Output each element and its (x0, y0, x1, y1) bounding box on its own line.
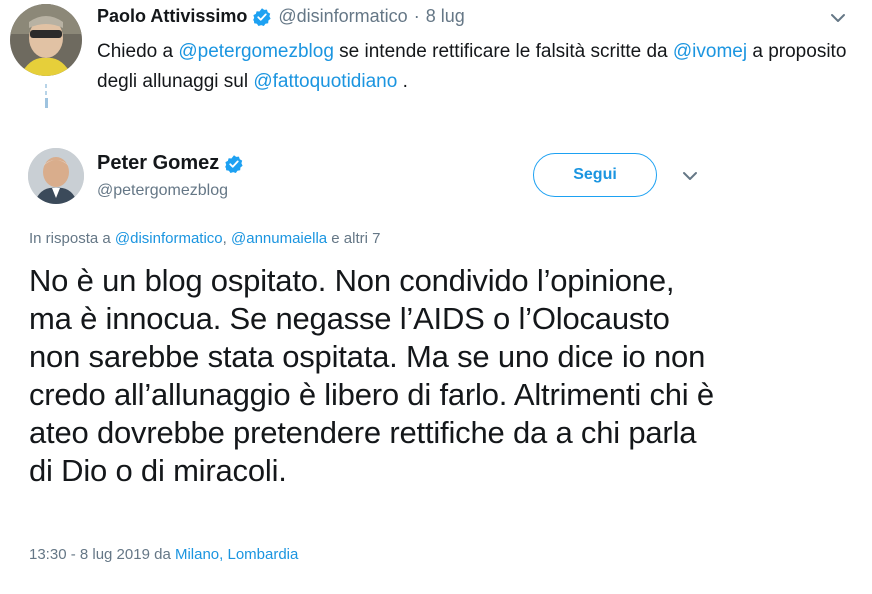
separator-dot: · (413, 6, 420, 26)
chevron-down-icon[interactable] (680, 168, 700, 184)
text-segment: Chiedo a (97, 41, 179, 62)
author-name[interactable]: Paolo Attivissimo (97, 6, 247, 27)
avatar-image (28, 148, 84, 204)
author-name[interactable]: Peter Gomez (97, 152, 219, 175)
avatar-peter-gomez[interactable] (28, 148, 84, 204)
reply-mention-disinformatico[interactable]: @disinformatico (115, 230, 223, 247)
tweet-text: No è un blog ospitato. Non condivido l’o… (29, 263, 714, 488)
mention-link-petergomezblog[interactable]: @petergomezblog (178, 41, 334, 62)
text-segment: . (397, 71, 408, 92)
mention-link-ivomej[interactable]: @ivomej (673, 41, 747, 62)
follow-button[interactable]: Segui (533, 153, 657, 197)
author-handle[interactable]: @petergomezblog (97, 182, 228, 200)
tweet-date[interactable]: 8 lug (426, 6, 465, 27)
reply-others[interactable]: e altri 7 (327, 230, 380, 247)
reply-prefix: In risposta a (29, 230, 115, 247)
thread-connector (43, 84, 49, 108)
tweet-location-link[interactable]: Milano, Lombardia (175, 546, 298, 563)
parent-tweet-text: Chiedo a @petergomezblog se intende rett… (97, 37, 857, 97)
tweet-timestamp: 13:30 - 8 lug 2019 da Milano, Lombardia (29, 546, 298, 563)
avatar-image (10, 4, 82, 76)
text-segment: se intende rettificare le falsità scritt… (333, 41, 673, 62)
tweet-time[interactable]: 13:30 - 8 lug 2019 da (29, 546, 175, 563)
chevron-down-icon[interactable] (828, 10, 848, 26)
main-tweet-author: Peter Gomez (97, 152, 250, 175)
verified-badge-icon (253, 7, 271, 26)
mention-link-fattoquotidiano[interactable]: @fattoquotidiano (253, 71, 397, 92)
reply-separator: , (222, 230, 231, 247)
reply-context: In risposta a @disinformatico, @annumaie… (29, 230, 380, 247)
author-handle[interactable]: @disinformatico (278, 6, 407, 27)
parent-tweet-header: Paolo Attivissimo @disinformatico · 8 lu… (97, 6, 465, 27)
avatar-paolo-attivissimo[interactable] (10, 4, 82, 76)
reply-mention-annumaiella[interactable]: @annumaiella (231, 230, 327, 247)
verified-badge-icon (225, 154, 243, 173)
